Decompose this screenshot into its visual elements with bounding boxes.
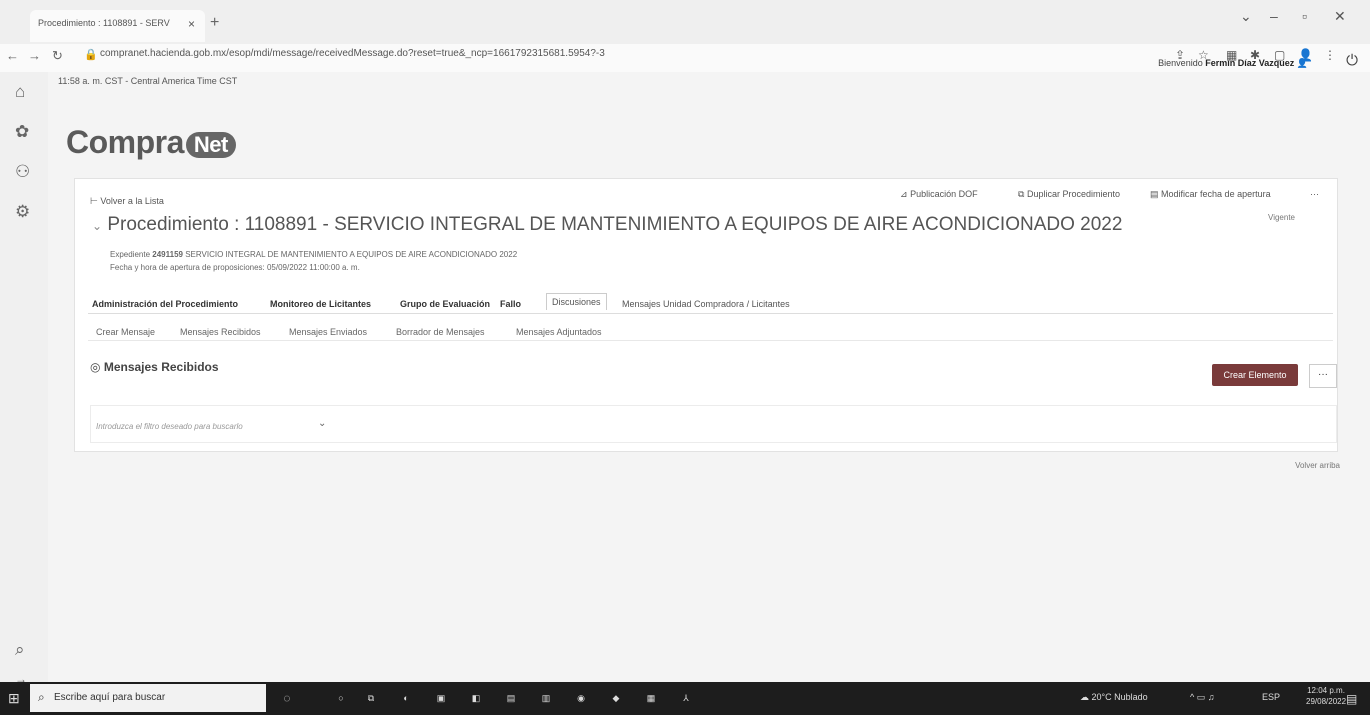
subtab-crear-mensaje[interactable]: Crear Mensaje bbox=[96, 327, 155, 337]
back-arrow-icon: ⊢ bbox=[90, 196, 98, 206]
url-field[interactable]: compranet.hacienda.gob.mx/esop/mdi/messa… bbox=[100, 48, 605, 59]
subtabs-divider bbox=[88, 340, 1333, 341]
explorer-icon[interactable]: ▣ bbox=[430, 689, 452, 707]
section-title: ◎ Mensajes Recibidos bbox=[90, 360, 219, 374]
tab-mensajes-unidad[interactable]: Mensajes Unidad Compradora / Licitantes bbox=[622, 299, 790, 309]
lock-icon: 🔒 bbox=[84, 49, 98, 61]
subtab-mensajes-recibidos[interactable]: Mensajes Recibidos bbox=[180, 327, 261, 337]
excel-icon[interactable]: ▤ bbox=[500, 689, 522, 707]
cortana-circle-icon[interactable]: ○ bbox=[330, 689, 352, 707]
gear-icon[interactable]: ⚙ bbox=[15, 202, 30, 222]
word-icon[interactable]: ▥ bbox=[535, 689, 557, 707]
subtab-borrador[interactable]: Borrador de Mensajes bbox=[396, 327, 485, 337]
user-name: Fermín Díaz Vazquez bbox=[1205, 58, 1295, 68]
publish-dof-link[interactable]: ⊿ Publicación DOF bbox=[900, 189, 978, 200]
chrome-icon[interactable]: ◉ bbox=[570, 689, 592, 707]
filter-container bbox=[90, 405, 1337, 443]
maximize-icon[interactable]: ▫ bbox=[1302, 8, 1307, 24]
page-title: ⌄ Procedimiento : 1108891 - SERVICIO INT… bbox=[92, 214, 1123, 235]
minimize-icon[interactable]: – bbox=[1270, 8, 1278, 24]
power-icon[interactable]: ⏻ bbox=[1346, 52, 1358, 69]
tab-grupo-evaluacion[interactable]: Grupo de Evaluación bbox=[400, 299, 490, 309]
menu-icon[interactable]: ⋮ bbox=[1324, 48, 1336, 62]
user-icon[interactable]: 👤 bbox=[1297, 58, 1308, 68]
task-view-icon[interactable]: ⧉ bbox=[360, 689, 382, 707]
outlook-icon[interactable]: ◧ bbox=[465, 689, 487, 707]
new-tab-icon[interactable]: + bbox=[210, 14, 219, 32]
back-to-list-link[interactable]: ⊢ Volver a la Lista bbox=[90, 196, 164, 207]
subtab-adjuntados[interactable]: Mensajes Adjuntados bbox=[516, 327, 602, 337]
back-to-top-link[interactable]: Volver arriba bbox=[1295, 461, 1340, 470]
tab-fallo[interactable]: Fallo bbox=[500, 299, 521, 309]
section-more-button[interactable]: ··· bbox=[1309, 364, 1337, 388]
notifications-icon[interactable]: ▤ bbox=[1346, 692, 1357, 706]
filter-input[interactable]: Introduzca el filtro deseado para buscar… bbox=[96, 422, 243, 431]
language-indicator[interactable]: ESP bbox=[1262, 692, 1280, 702]
more-actions-button[interactable]: ··· bbox=[1310, 189, 1319, 199]
subtab-mensajes-enviados[interactable]: Mensajes Enviados bbox=[289, 327, 367, 337]
tab-administracion[interactable]: Administración del Procedimiento bbox=[92, 299, 238, 309]
browser-tab-bar bbox=[0, 0, 1370, 44]
tab-monitoreo[interactable]: Monitoreo de Licitantes bbox=[270, 299, 371, 309]
tab-discusiones[interactable]: Discusiones bbox=[546, 293, 607, 310]
cortana-icon[interactable]: ◌ bbox=[276, 689, 298, 707]
search-icon[interactable]: ⌕ bbox=[15, 640, 25, 660]
app-icon[interactable]: ◆ bbox=[605, 689, 627, 707]
opening-date: Fecha y hora de apertura de proposicione… bbox=[110, 263, 360, 272]
cloud-icon: ☁ bbox=[1080, 692, 1089, 702]
publish-icon: ⊿ bbox=[900, 189, 908, 199]
compranet-logo: Compra Net bbox=[66, 124, 236, 161]
globe-icon[interactable]: ✿ bbox=[15, 122, 29, 142]
chevron-down-icon[interactable]: ⌄ bbox=[1240, 8, 1252, 25]
messages-icon: ◎ bbox=[90, 360, 101, 374]
modify-date-link[interactable]: ▤ Modificar fecha de apertura bbox=[1150, 189, 1271, 200]
status-badge: Vigente bbox=[1268, 213, 1295, 222]
forward-arrow-icon[interactable]: → bbox=[28, 48, 41, 63]
windows-start-icon[interactable]: ⊞ bbox=[8, 690, 20, 707]
people-icon[interactable]: ⚇ bbox=[15, 162, 30, 182]
taskbar-clock[interactable]: 12:04 p.m. 29/08/2022 bbox=[1306, 685, 1346, 707]
acrobat-icon[interactable]: ⅄ bbox=[675, 689, 697, 707]
close-tab-icon[interactable]: × bbox=[188, 17, 195, 31]
close-window-icon[interactable]: ✕ bbox=[1334, 8, 1346, 25]
home-icon[interactable]: ⌂ bbox=[15, 82, 25, 102]
left-rail: ⌂ ✿ ⚇ ⚙ ⌕ → bbox=[0, 72, 48, 686]
taskbar-search[interactable]: ⌕ Escribe aquí para buscar bbox=[30, 684, 266, 712]
edge-icon[interactable]: ◐ bbox=[395, 689, 417, 707]
create-element-button[interactable]: Crear Elemento bbox=[1212, 364, 1298, 386]
photos-icon[interactable]: ▦ bbox=[640, 689, 662, 707]
calendar-icon: ▤ bbox=[1150, 189, 1159, 199]
collapse-chevron-icon[interactable]: ⌄ bbox=[92, 219, 102, 233]
chevron-down-icon[interactable]: ⌄ bbox=[318, 418, 326, 429]
tray-icons[interactable]: ^ ▭ ♫ bbox=[1190, 692, 1214, 703]
duplicate-icon: ⧉ bbox=[1018, 189, 1025, 199]
back-arrow-icon[interactable]: ← bbox=[6, 48, 19, 63]
time-info: 11:58 a. m. CST - Central America Time C… bbox=[58, 76, 238, 86]
search-icon: ⌕ bbox=[38, 690, 45, 704]
browser-tab[interactable]: Procedimiento : 1108891 - SERV × bbox=[30, 10, 205, 42]
expediente-line: Expediente 2491159 SERVICIO INTEGRAL DE … bbox=[110, 250, 518, 259]
tabs-divider bbox=[88, 313, 1333, 314]
duplicate-procedure-link[interactable]: ⧉ Duplicar Procedimiento bbox=[1018, 189, 1120, 200]
browser-tab-title: Procedimiento : 1108891 - SERV bbox=[38, 18, 170, 28]
reload-icon[interactable]: ↻ bbox=[52, 48, 63, 64]
weather-widget[interactable]: ☁ 20°C Nublado bbox=[1080, 692, 1148, 703]
welcome-text: Bienvenido Fermín Díaz Vazquez 👤 bbox=[1158, 58, 1308, 68]
